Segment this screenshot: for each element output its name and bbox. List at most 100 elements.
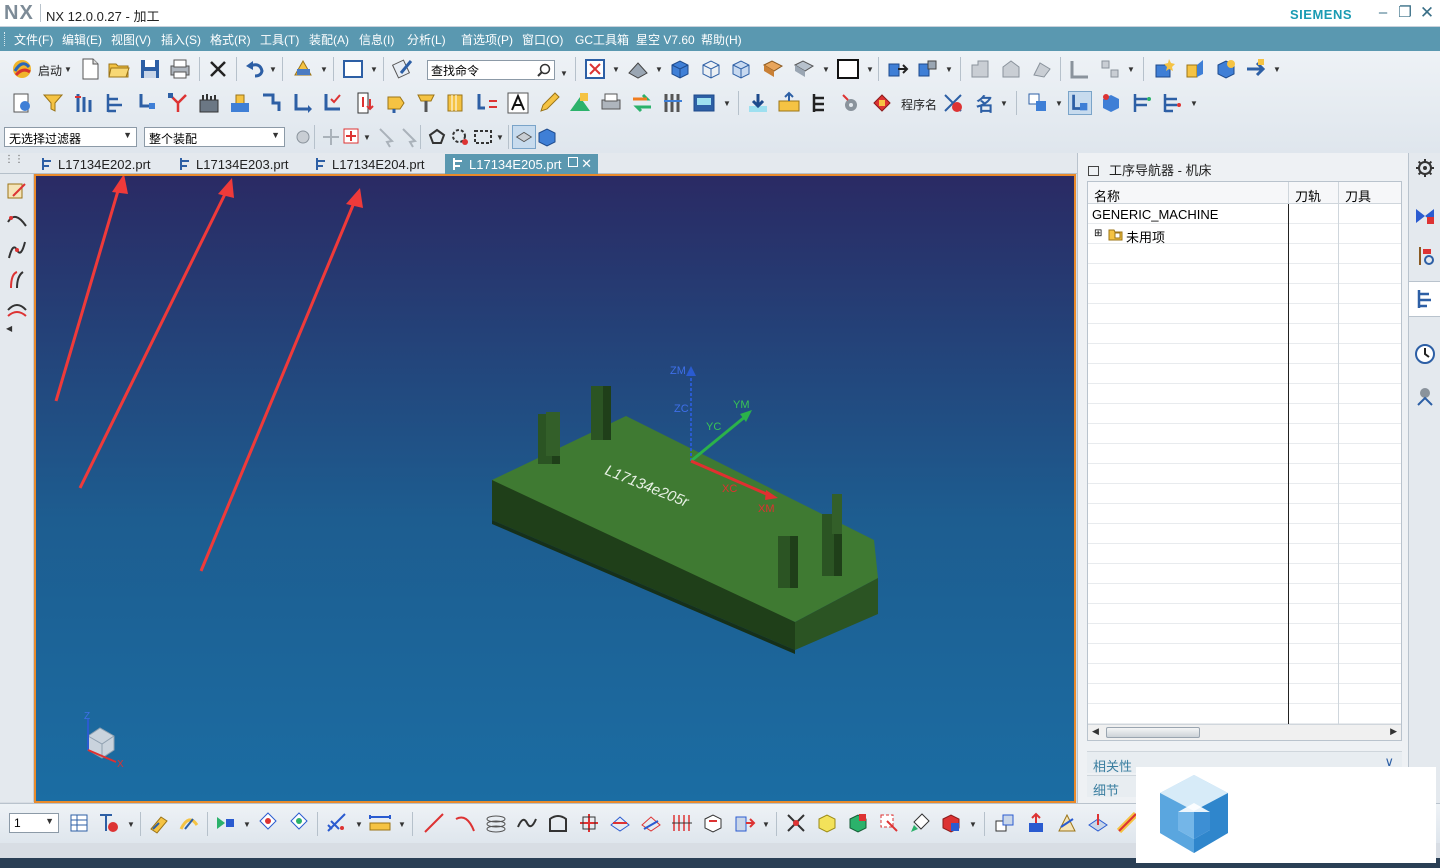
name-button[interactable]: 名	[976, 91, 994, 117]
undo-dropdown-arrow[interactable]: ▼	[269, 65, 277, 74]
pull-face-icon[interactable]	[999, 57, 1023, 81]
menu-gc-toolkit[interactable]: GC工具箱	[575, 31, 629, 48]
ordering-dropdown-arrow[interactable]: ▼	[1190, 99, 1198, 108]
window-box-icon[interactable]	[341, 57, 365, 81]
trim-body-icon[interactable]	[1068, 57, 1092, 81]
import-down-icon[interactable]	[746, 91, 770, 115]
scroll-left-arrow[interactable]: ◀	[1092, 726, 1099, 737]
dimension-dropdown-arrow[interactable]: ▼	[355, 820, 363, 829]
extrude-icon[interactable]	[732, 811, 756, 835]
command-finder-dropdown-arrow[interactable]: ▼	[320, 65, 328, 74]
select-body-icon[interactable]	[535, 125, 559, 149]
menu-analysis[interactable]: 分析(L)	[407, 31, 446, 48]
menu-file[interactable]: 文件(F)	[14, 31, 53, 48]
history-clock-icon[interactable]	[1414, 343, 1436, 365]
hide-object-icon[interactable]	[877, 811, 901, 835]
simulate-machine-icon[interactable]	[353, 91, 377, 115]
tool-list-icon[interactable]	[72, 91, 96, 115]
menu-insert[interactable]: 插入(S)	[161, 31, 201, 48]
minimize-icon[interactable]: –	[1372, 3, 1394, 23]
program-name-button[interactable]: 程序名	[901, 96, 937, 113]
display-dropdown-arrow[interactable]: ▼	[969, 820, 977, 829]
postprocess-icon[interactable]	[384, 91, 408, 115]
menu-view[interactable]: 视图(V)	[111, 31, 151, 48]
wireframe-view-icon[interactable]	[699, 57, 723, 81]
draft-icon[interactable]	[1055, 811, 1079, 835]
save-icon[interactable]	[138, 57, 162, 81]
trim-curve-icon[interactable]	[784, 811, 808, 835]
machined-part[interactable]: L17134e205r	[492, 386, 878, 654]
menu-xingkong[interactable]: 星空 V7.60	[636, 31, 695, 48]
start-dropdown-arrow[interactable]: ▼	[64, 65, 72, 74]
edit-object-icon[interactable]	[391, 57, 415, 81]
measure-dropdown-arrow[interactable]: ▼	[398, 820, 406, 829]
insert-dropdown-arrow[interactable]: ▼	[1273, 65, 1281, 74]
machine-tool-navigator-icon[interactable]	[1414, 385, 1436, 407]
tool-library-icon[interactable]	[661, 91, 685, 115]
delete-icon[interactable]	[206, 57, 230, 81]
fit-dropdown-arrow[interactable]: ▼	[612, 65, 620, 74]
tool-changer-icon[interactable]	[1130, 91, 1154, 115]
rectangle-select-icon[interactable]	[471, 125, 495, 149]
column-divider[interactable]	[1338, 204, 1339, 724]
tab-l17134e202[interactable]: L17134E202.prt	[34, 154, 159, 174]
table-row[interactable]: ⊞ 未用项	[1088, 224, 1401, 245]
tab-l17134e203[interactable]: L17134E203.prt	[172, 154, 297, 174]
nc-assistant-icon[interactable]	[870, 91, 894, 115]
wcs-orient-icon[interactable]	[147, 811, 171, 835]
window-dropdown-arrow[interactable]: ▼	[370, 65, 378, 74]
edit-pencil-icon[interactable]	[537, 91, 561, 115]
expand-plus-icon[interactable]: ⊞	[1094, 228, 1102, 239]
verify-toolpath-icon[interactable]	[321, 91, 345, 115]
column-header-name[interactable]: 名称	[1088, 182, 1289, 204]
pattern-feature-icon[interactable]	[1098, 57, 1122, 81]
extrude-dropdown-arrow[interactable]: ▼	[762, 820, 770, 829]
close-icon[interactable]: ✕	[1416, 3, 1438, 23]
assembly-constraints-icon[interactable]	[916, 57, 940, 81]
geometry-view-icon[interactable]	[166, 91, 190, 115]
render-style-icon[interactable]	[626, 57, 650, 81]
list-toolpath-icon[interactable]	[290, 91, 314, 115]
command-search-input[interactable]	[428, 61, 532, 79]
material-icon[interactable]	[761, 57, 785, 81]
open-folder-icon[interactable]	[107, 57, 131, 81]
pattern-dropdown-arrow[interactable]: ▼	[1127, 65, 1135, 74]
snap-dropdown-arrow[interactable]: ▼	[363, 133, 371, 142]
shop-documentation-icon[interactable]	[414, 91, 438, 115]
render-dropdown-arrow[interactable]: ▼	[655, 65, 663, 74]
search-icon[interactable]	[536, 62, 552, 78]
restore-icon[interactable]: ❐	[1394, 3, 1416, 23]
background-dropdown-arrow[interactable]: ▼	[866, 65, 874, 74]
measure-distance-icon[interactable]	[368, 811, 392, 835]
table-row[interactable]: GENERIC_MACHINE	[1088, 204, 1401, 224]
select-faces-icon[interactable]	[512, 125, 536, 149]
point-constructor-icon[interactable]	[256, 811, 280, 835]
display-edit-icon[interactable]	[939, 811, 963, 835]
start-icon[interactable]	[10, 57, 34, 81]
model-scene[interactable]: L17134e205r ZM ZC YM YC XC XM Z X	[36, 176, 1076, 803]
command-search-field[interactable]	[427, 60, 555, 80]
offset-face-icon[interactable]	[701, 811, 725, 835]
replay-toolpath-icon[interactable]	[259, 91, 283, 115]
name-dropdown-arrow[interactable]: ▼	[1000, 99, 1008, 108]
select-dropdown-arrow[interactable]: ▼	[496, 133, 504, 142]
machine-tool-view-icon[interactable]	[135, 91, 159, 115]
program-order-view-icon[interactable]	[104, 91, 128, 115]
constraint-navigator-icon[interactable]	[1414, 245, 1436, 267]
menu-preferences[interactable]: 首选项(P)	[461, 31, 513, 48]
section-view-icon[interactable]	[792, 57, 816, 81]
object-dropdown-arrow[interactable]: ▼	[1055, 99, 1063, 108]
gear-icon[interactable]	[839, 91, 863, 115]
selection-filter-icon[interactable]	[41, 91, 65, 115]
iso-parametric-curve-icon[interactable]	[670, 811, 694, 835]
print-toolpath-icon[interactable]	[599, 91, 623, 115]
boolean-unite-icon[interactable]	[993, 811, 1017, 835]
machining-method-view-icon[interactable]	[197, 91, 221, 115]
menu-tools[interactable]: 工具(T)	[260, 31, 299, 48]
bridge-curve-icon[interactable]	[5, 298, 29, 322]
color-body-icon[interactable]	[846, 811, 870, 835]
new-file-icon[interactable]	[78, 57, 102, 81]
menu-edit[interactable]: 编辑(E)	[62, 31, 102, 48]
strip-overflow-arrow[interactable]: ◀	[6, 324, 12, 333]
search-dropdown-arrow[interactable]: ▼	[560, 69, 568, 78]
